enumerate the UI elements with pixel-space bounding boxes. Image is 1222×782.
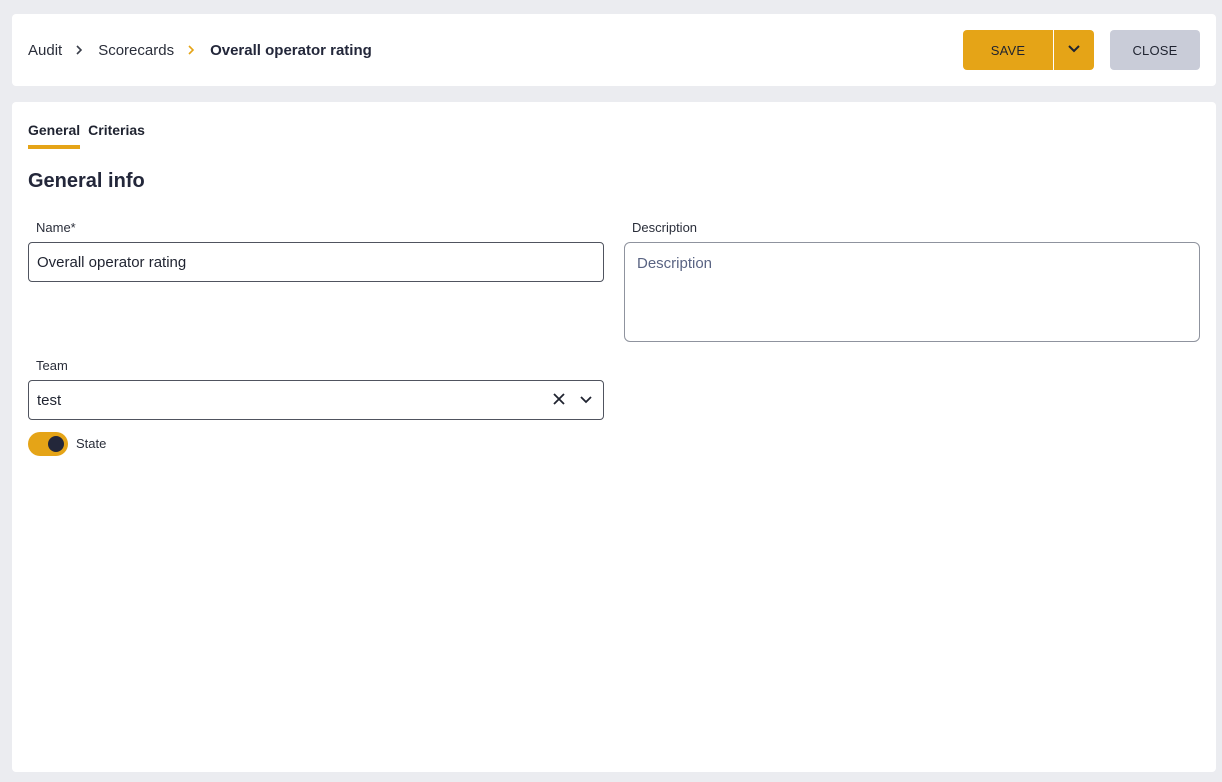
chevron-right-icon: [187, 44, 195, 56]
tab-general[interactable]: General: [28, 122, 81, 149]
description-placeholder: Description: [637, 255, 713, 272]
breadcrumb-item-audit[interactable]: Audit: [28, 42, 62, 59]
chevron-right-icon: [75, 44, 83, 56]
tab-criterias[interactable]: Criterias: [88, 122, 145, 149]
name-field-value: Overall operator rating: [37, 253, 187, 271]
breadcrumb-item-current: Overall operator rating: [210, 41, 372, 59]
save-button-group: SAVE: [963, 30, 1094, 70]
state-toggle[interactable]: [28, 432, 68, 456]
description-label: Description: [632, 220, 698, 235]
top-bar: Audit Scorecards Overall operator rating…: [12, 14, 1216, 86]
team-select-actions: [553, 381, 593, 419]
save-button[interactable]: SAVE: [963, 30, 1053, 70]
team-select[interactable]: test: [28, 380, 604, 420]
team-select-value: test: [37, 391, 62, 409]
save-divider: [1053, 30, 1054, 70]
name-label: Name*: [36, 220, 76, 235]
tab-bar: General Criterias: [28, 122, 145, 149]
chevron-down-icon: [1067, 41, 1081, 59]
section-title: General info: [28, 170, 145, 192]
breadcrumb: Audit Scorecards Overall operator rating: [28, 14, 372, 86]
close-icon[interactable]: [553, 392, 565, 409]
name-field[interactable]: Overall operator rating: [28, 242, 604, 282]
close-button[interactable]: CLOSE: [1110, 30, 1200, 70]
team-label: Team: [36, 358, 68, 373]
save-options-button[interactable]: [1054, 30, 1094, 70]
toggle-knob: [48, 436, 64, 452]
state-label: State: [76, 436, 107, 451]
chevron-down-icon[interactable]: [579, 392, 593, 409]
description-field[interactable]: Description: [624, 242, 1200, 342]
main-panel: General Criterias General info Name* Ove…: [12, 102, 1216, 772]
breadcrumb-item-scorecards[interactable]: Scorecards: [98, 42, 174, 59]
